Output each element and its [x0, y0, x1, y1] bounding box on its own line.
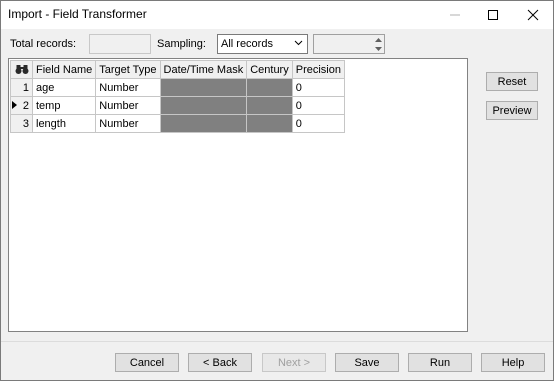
minimize-button[interactable] [435, 1, 475, 29]
stepper-up-button[interactable] [372, 36, 384, 44]
table-row[interactable]: 2 temp Number 0 [10, 96, 345, 115]
maximize-icon [488, 10, 498, 20]
row-number[interactable]: 3 [10, 114, 33, 133]
cell-century [246, 78, 293, 97]
field-table: Field Name Target Type Date/Time Mask Ce… [10, 60, 345, 133]
cell-target-type[interactable]: Number [95, 96, 161, 115]
caret-up-icon [374, 37, 382, 42]
column-header-precision[interactable]: Precision [291, 60, 345, 79]
column-header-field-name[interactable]: Field Name [31, 60, 97, 79]
cell-century [246, 114, 293, 133]
cell-precision[interactable]: 0 [291, 78, 345, 97]
cell-precision[interactable]: 0 [291, 96, 345, 115]
current-row-arrow-icon [12, 101, 17, 109]
cell-target-type[interactable]: Number [95, 78, 161, 97]
sampling-label: Sampling: [157, 38, 206, 50]
sampling-count-stepper[interactable] [313, 34, 385, 54]
field-grid[interactable]: Field Name Target Type Date/Time Mask Ce… [8, 58, 468, 332]
total-records-field [89, 34, 151, 54]
help-button[interactable]: Help [481, 353, 545, 372]
row-number[interactable]: 1 [10, 78, 33, 97]
column-header-century[interactable]: Century [246, 60, 293, 79]
reset-button[interactable]: Reset [486, 72, 538, 91]
preview-button[interactable]: Preview [486, 101, 538, 120]
minimize-icon [450, 14, 460, 16]
column-header-datetime-mask[interactable]: Date/Time Mask [159, 60, 248, 79]
cell-datetime-mask [159, 114, 248, 133]
title-bar: Import - Field Transformer [1, 1, 553, 29]
next-button[interactable]: Next > [262, 353, 326, 372]
cancel-button[interactable]: Cancel [115, 353, 179, 372]
import-field-transformer-dialog: Import - Field Transformer Total records… [0, 0, 554, 381]
table-row[interactable]: 1 age Number 0 [10, 78, 345, 97]
footer-divider [1, 341, 553, 342]
grid-corner-button[interactable] [10, 60, 33, 79]
cell-datetime-mask [159, 96, 248, 115]
cell-datetime-mask [159, 78, 248, 97]
close-icon [527, 9, 539, 21]
caret-down-icon [374, 46, 382, 51]
sampling-select-value: All records [221, 38, 273, 50]
cell-precision[interactable]: 0 [291, 114, 345, 133]
row-number[interactable]: 2 [10, 96, 33, 115]
window-title: Import - Field Transformer [8, 7, 147, 21]
close-button[interactable] [513, 1, 553, 29]
cell-field-name[interactable]: temp [31, 96, 97, 115]
binoculars-icon [15, 65, 28, 75]
total-records-label: Total records: [10, 38, 77, 50]
sampling-select[interactable]: All records [217, 34, 308, 54]
cell-target-type[interactable]: Number [95, 114, 161, 133]
table-row[interactable]: 3 length Number 0 [10, 114, 345, 133]
column-header-target-type[interactable]: Target Type [95, 60, 161, 79]
chevron-down-icon [294, 38, 303, 50]
cell-field-name[interactable]: age [31, 78, 97, 97]
back-button[interactable]: < Back [188, 353, 252, 372]
table-header-row: Field Name Target Type Date/Time Mask Ce… [10, 60, 345, 79]
maximize-button[interactable] [473, 1, 513, 29]
save-button[interactable]: Save [335, 353, 399, 372]
stepper-down-button[interactable] [372, 45, 384, 53]
run-button[interactable]: Run [408, 353, 472, 372]
cell-century [246, 96, 293, 115]
cell-field-name[interactable]: length [31, 114, 97, 133]
